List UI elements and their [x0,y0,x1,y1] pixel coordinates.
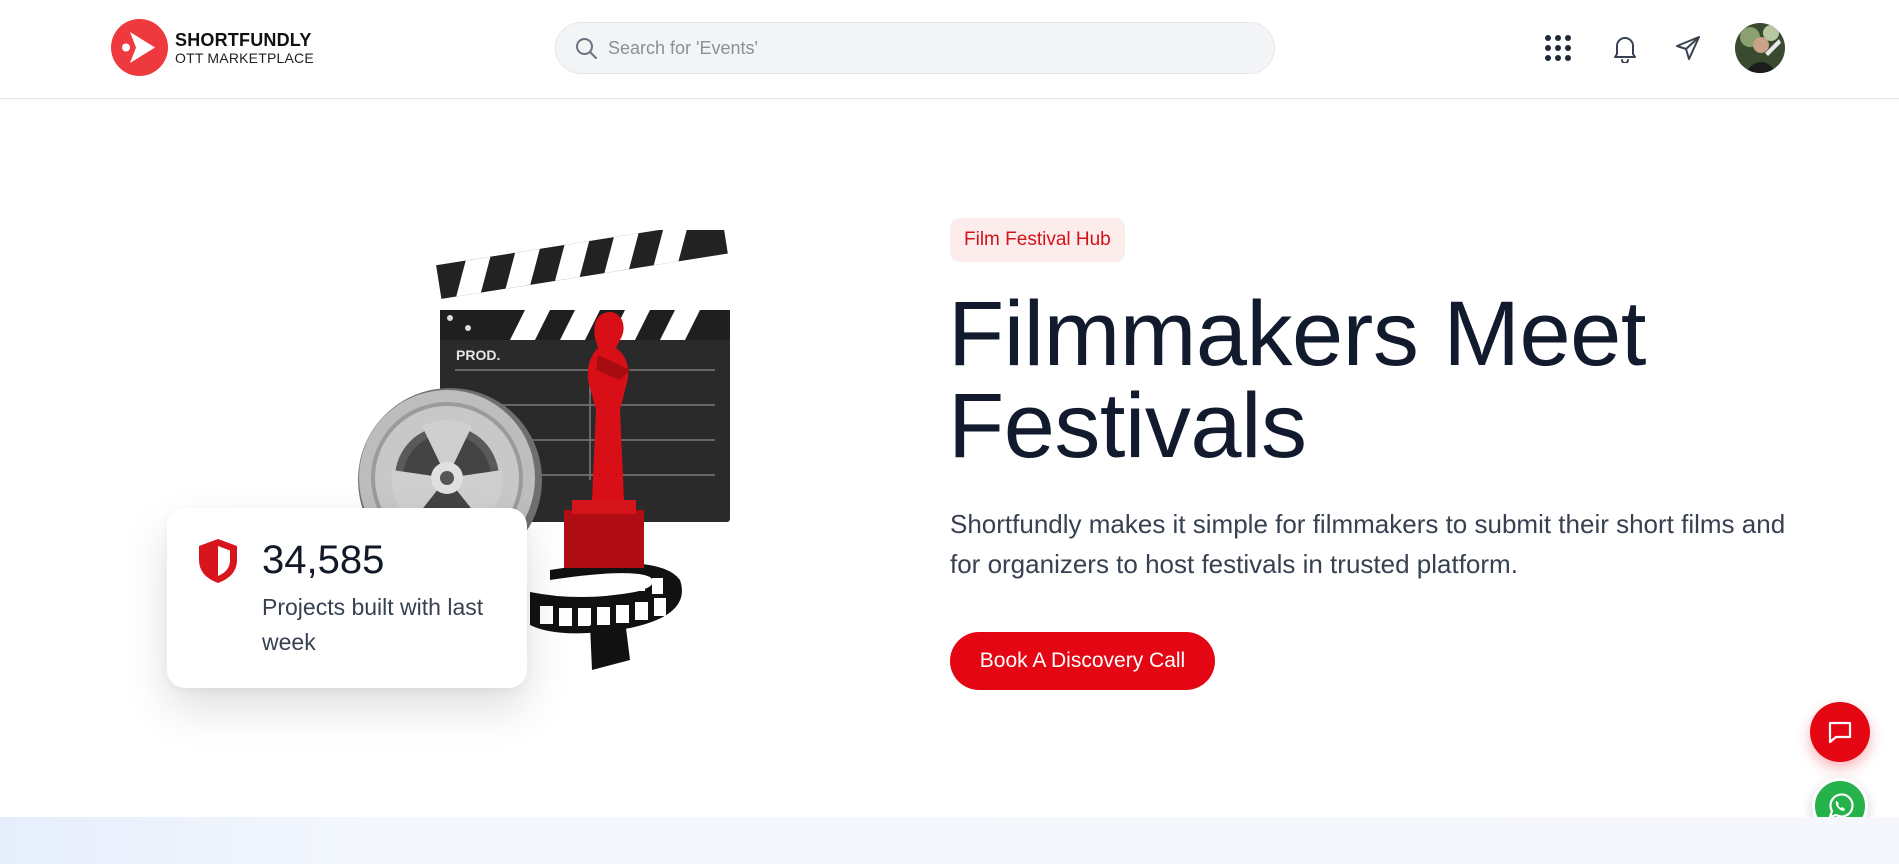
user-avatar[interactable] [1735,23,1785,73]
chat-icon [1828,721,1852,744]
brand-subtitle: OTT MARKETPLACE [175,49,314,66]
brand-logo-mark [111,19,168,76]
clapperboard-text: PROD. [456,347,500,363]
send-icon[interactable] [1670,30,1706,66]
projects-stat-card: 34,585 Projects built with last week [167,508,527,688]
stat-label: Projects built with last week [262,594,484,655]
hero-description: Shortfundly makes it simple for filmmake… [950,509,1786,579]
search-icon [576,38,597,59]
brand-title: SHORTFUNDLY [175,29,312,50]
next-section-band [0,817,1899,864]
hero-badge: Film Festival Hub [950,218,1125,262]
hero-headline-line2: Festivals [948,375,1307,477]
top-header: SHORTFUNDLY OTT MARKETPLACE [0,0,1899,99]
hero-headline: Filmmakers Meet Festivals [948,288,1828,472]
chat-button[interactable] [1810,702,1870,762]
book-discovery-call-button[interactable]: Book A Discovery Call [950,632,1215,690]
search-bar[interactable] [555,22,1275,74]
apps-grid-icon[interactable] [1540,30,1576,66]
stat-value: 34,585 [262,538,385,582]
hero-headline-line1: Filmmakers Meet [948,283,1646,385]
brand-logo[interactable]: SHORTFUNDLY OTT MARKETPLACE [111,19,314,76]
search-input[interactable] [608,37,1228,59]
bell-icon[interactable] [1607,30,1643,66]
shield-icon [199,539,237,583]
